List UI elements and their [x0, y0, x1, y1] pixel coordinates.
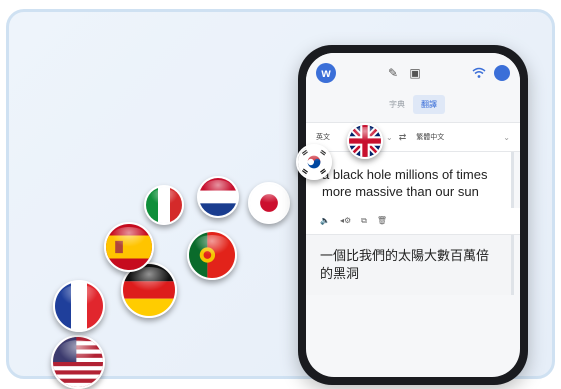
source-text[interactable]: a black hole millions of times more mass… [306, 152, 514, 208]
tab-translate[interactable]: 翻譯 [413, 95, 445, 114]
france-flag-icon [53, 280, 105, 332]
book-icon[interactable]: ▣ [408, 66, 422, 80]
spain-flag-icon [104, 222, 154, 272]
korea-flag-icon [296, 144, 332, 180]
app-screen: w ✎ ▣ 字典 翻譯 英文 ⌄ ⇄ 繁體中文 ⌄ a black hole m… [306, 53, 520, 377]
top-bar: w ✎ ▣ [306, 53, 520, 93]
source-language-select[interactable]: 英文 [316, 132, 334, 142]
swap-languages-icon[interactable]: ⇄ [399, 132, 407, 143]
italy-flag-icon [144, 185, 184, 225]
japan-flag-icon [248, 182, 290, 224]
usa-flag-icon [51, 335, 105, 389]
speaker-icon[interactable]: 🔈 [320, 216, 330, 226]
chevron-down-icon[interactable]: ⌄ [386, 133, 393, 142]
tab-dictionary[interactable]: 字典 [381, 95, 413, 114]
mode-tabs: 字典 翻譯 [306, 95, 520, 114]
slow-speaker-icon[interactable]: ◂⚙ [340, 216, 351, 226]
uk-flag-icon [347, 123, 383, 159]
copy-icon[interactable]: ⧉ [361, 216, 367, 226]
app-logo-icon[interactable]: w [316, 63, 336, 83]
phone-frame: w ✎ ▣ 字典 翻譯 英文 ⌄ ⇄ 繁體中文 ⌄ a black hole m… [298, 45, 528, 385]
edit-icon[interactable]: ✎ [386, 66, 400, 80]
trash-icon[interactable]: 🗑 [377, 216, 387, 226]
translated-text: 一個比我們的太陽大數百萬倍的黑洞 [306, 235, 514, 295]
user-avatar[interactable] [494, 65, 510, 81]
language-bar: 英文 ⌄ ⇄ 繁體中文 ⌄ [306, 122, 520, 152]
target-language-select[interactable]: 繁體中文 [416, 132, 444, 142]
portugal-flag-icon [187, 230, 237, 280]
wifi-icon [472, 66, 486, 80]
source-tools: 🔈 ◂⚙ ⧉ 🗑 [306, 208, 520, 235]
chevron-down-icon[interactable]: ⌄ [503, 133, 510, 142]
netherlands-flag-icon [197, 176, 239, 218]
